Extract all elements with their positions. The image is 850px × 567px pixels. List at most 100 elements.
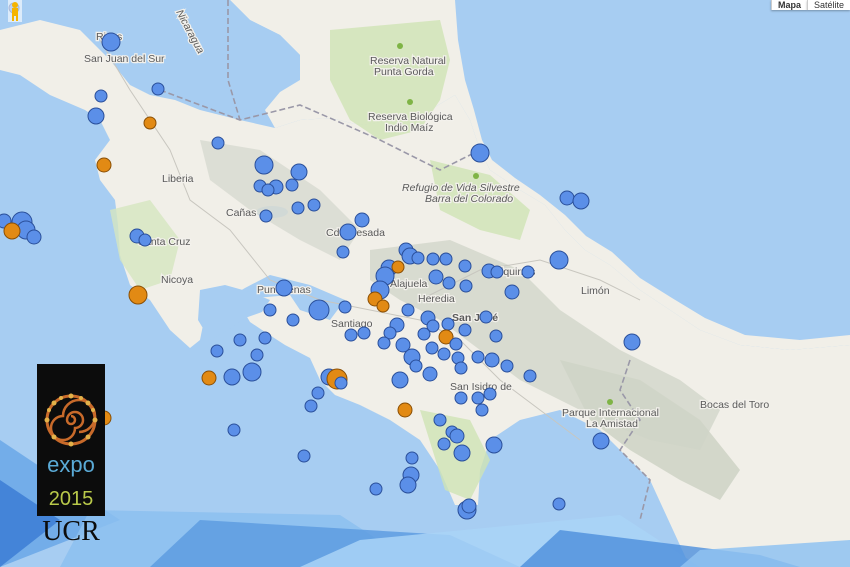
earthquake-marker-blue[interactable] bbox=[485, 436, 503, 454]
earthquake-marker-blue[interactable] bbox=[334, 376, 348, 390]
earthquake-marker-blue[interactable] bbox=[254, 155, 274, 175]
earthquake-marker-blue[interactable] bbox=[411, 251, 425, 265]
earthquake-marker-blue[interactable] bbox=[441, 317, 455, 331]
earthquake-marker-blue[interactable] bbox=[233, 333, 247, 347]
earthquake-marker-blue[interactable] bbox=[307, 198, 321, 212]
earthquake-marker-blue[interactable] bbox=[369, 482, 383, 496]
earthquake-marker-blue[interactable] bbox=[275, 279, 293, 297]
earthquake-marker-blue[interactable] bbox=[433, 413, 447, 427]
earthquake-marker-blue[interactable] bbox=[227, 423, 241, 437]
earthquake-marker-blue[interactable] bbox=[442, 276, 456, 290]
earthquake-marker-blue[interactable] bbox=[338, 300, 352, 314]
label-reserva-indio-maiz-2: Indio Maíz bbox=[385, 122, 433, 134]
earthquake-marker-blue[interactable] bbox=[357, 326, 371, 340]
earthquake-marker-blue[interactable] bbox=[223, 368, 241, 386]
earthquake-marker-blue[interactable] bbox=[405, 451, 419, 465]
earthquake-marker-blue[interactable] bbox=[439, 252, 453, 266]
earthquake-marker-orange[interactable] bbox=[3, 222, 21, 240]
earthquake-marker-blue[interactable] bbox=[339, 223, 357, 241]
earthquake-marker-blue[interactable] bbox=[453, 444, 471, 462]
earthquake-marker-blue[interactable] bbox=[449, 428, 465, 444]
earthquake-marker-blue[interactable] bbox=[377, 336, 391, 350]
earthquake-marker-blue[interactable] bbox=[483, 387, 497, 401]
map-canvas[interactable]: Rivas San Juan del Sur Nicaragua Liberia… bbox=[0, 0, 850, 567]
earthquake-marker-blue[interactable] bbox=[311, 386, 325, 400]
earthquake-marker-blue[interactable] bbox=[422, 366, 438, 382]
earthquake-marker-blue[interactable] bbox=[259, 209, 273, 223]
earthquake-marker-blue[interactable] bbox=[258, 331, 272, 345]
earthquake-marker-blue[interactable] bbox=[479, 310, 493, 324]
earthquake-marker-blue[interactable] bbox=[523, 369, 537, 383]
earthquake-marker-blue[interactable] bbox=[484, 352, 500, 368]
earthquake-marker-blue[interactable] bbox=[399, 476, 417, 494]
earthquake-marker-blue[interactable] bbox=[521, 265, 535, 279]
earthquake-marker-blue[interactable] bbox=[391, 371, 409, 389]
earthquake-marker-blue[interactable] bbox=[592, 432, 610, 450]
earthquake-marker-orange[interactable] bbox=[201, 370, 217, 386]
earthquake-marker-blue[interactable] bbox=[263, 303, 277, 317]
earthquake-marker-blue[interactable] bbox=[572, 192, 590, 210]
earthquake-marker-blue[interactable] bbox=[437, 347, 451, 361]
earthquake-marker-blue[interactable] bbox=[286, 313, 300, 327]
label-bocas-del-toro: Bocas del Toro bbox=[700, 399, 769, 411]
earthquake-marker-blue[interactable] bbox=[151, 82, 165, 96]
earthquake-marker-blue[interactable] bbox=[449, 337, 463, 351]
earthquake-marker-blue[interactable] bbox=[336, 245, 350, 259]
earthquake-marker-blue[interactable] bbox=[285, 178, 299, 192]
earthquake-marker-blue[interactable] bbox=[250, 348, 264, 362]
earthquake-marker-blue[interactable] bbox=[242, 362, 262, 382]
earthquake-marker-orange[interactable] bbox=[376, 299, 390, 313]
earthquake-marker-blue[interactable] bbox=[417, 327, 431, 341]
earthquake-marker-blue[interactable] bbox=[138, 233, 152, 247]
earthquake-marker-blue[interactable] bbox=[489, 329, 503, 343]
label-refugio-2: Barra del Colorado bbox=[425, 193, 513, 205]
earthquake-marker-blue[interactable] bbox=[471, 350, 485, 364]
earthquake-marker-blue[interactable] bbox=[461, 498, 477, 514]
earthquake-marker-blue[interactable] bbox=[623, 333, 641, 351]
earthquake-marker-blue[interactable] bbox=[354, 212, 370, 228]
earthquake-marker-blue[interactable] bbox=[552, 497, 566, 511]
earthquake-marker-blue[interactable] bbox=[308, 299, 330, 321]
earthquake-marker-orange[interactable] bbox=[391, 260, 405, 274]
earthquake-marker-blue[interactable] bbox=[437, 437, 451, 451]
earthquake-marker-blue[interactable] bbox=[428, 269, 444, 285]
earthquake-marker-blue[interactable] bbox=[458, 323, 472, 337]
earthquake-marker-blue[interactable] bbox=[470, 143, 490, 163]
earthquake-marker-blue[interactable] bbox=[344, 328, 358, 342]
earthquake-marker-blue[interactable] bbox=[425, 341, 439, 355]
street-view-pegman-icon[interactable] bbox=[8, 0, 22, 22]
earthquake-marker-blue[interactable] bbox=[297, 449, 311, 463]
map-type-button[interactable]: Mapa bbox=[770, 0, 807, 10]
earthquake-marker-blue[interactable] bbox=[426, 252, 440, 266]
earthquake-marker-orange[interactable] bbox=[397, 402, 413, 418]
earthquake-marker-blue[interactable] bbox=[409, 359, 423, 373]
earthquake-marker-blue[interactable] bbox=[291, 201, 305, 215]
earthquake-marker-blue[interactable] bbox=[26, 229, 42, 245]
earthquake-marker-blue[interactable] bbox=[210, 344, 224, 358]
earthquake-marker-blue[interactable] bbox=[454, 361, 468, 375]
earthquake-marker-blue[interactable] bbox=[458, 259, 472, 273]
label-liberia: Liberia bbox=[162, 173, 194, 185]
earthquake-marker-blue[interactable] bbox=[471, 391, 485, 405]
earthquake-marker-blue[interactable] bbox=[459, 279, 473, 293]
earthquake-marker-blue[interactable] bbox=[401, 303, 415, 317]
earthquake-marker-blue[interactable] bbox=[290, 163, 308, 181]
earthquake-marker-blue[interactable] bbox=[500, 359, 514, 373]
earthquake-marker-orange[interactable] bbox=[143, 116, 157, 130]
satellite-type-button[interactable]: Satélite bbox=[806, 0, 850, 10]
earthquake-marker-orange[interactable] bbox=[96, 157, 112, 173]
earthquake-marker-orange[interactable] bbox=[128, 285, 148, 305]
earthquake-marker-blue[interactable] bbox=[261, 183, 275, 197]
earthquake-marker-blue[interactable] bbox=[211, 136, 225, 150]
earthquake-marker-blue[interactable] bbox=[549, 250, 569, 270]
earthquake-marker-blue[interactable] bbox=[101, 32, 121, 52]
earthquake-marker-blue[interactable] bbox=[454, 391, 468, 405]
map-type-control: Mapa Satélite bbox=[770, 0, 850, 10]
earthquake-marker-blue[interactable] bbox=[559, 190, 575, 206]
earthquake-marker-blue[interactable] bbox=[304, 399, 318, 413]
earthquake-marker-blue[interactable] bbox=[504, 284, 520, 300]
earthquake-marker-blue[interactable] bbox=[94, 89, 108, 103]
earthquake-marker-blue[interactable] bbox=[87, 107, 105, 125]
earthquake-marker-blue[interactable] bbox=[475, 403, 489, 417]
earthquake-marker-blue[interactable] bbox=[490, 265, 504, 279]
